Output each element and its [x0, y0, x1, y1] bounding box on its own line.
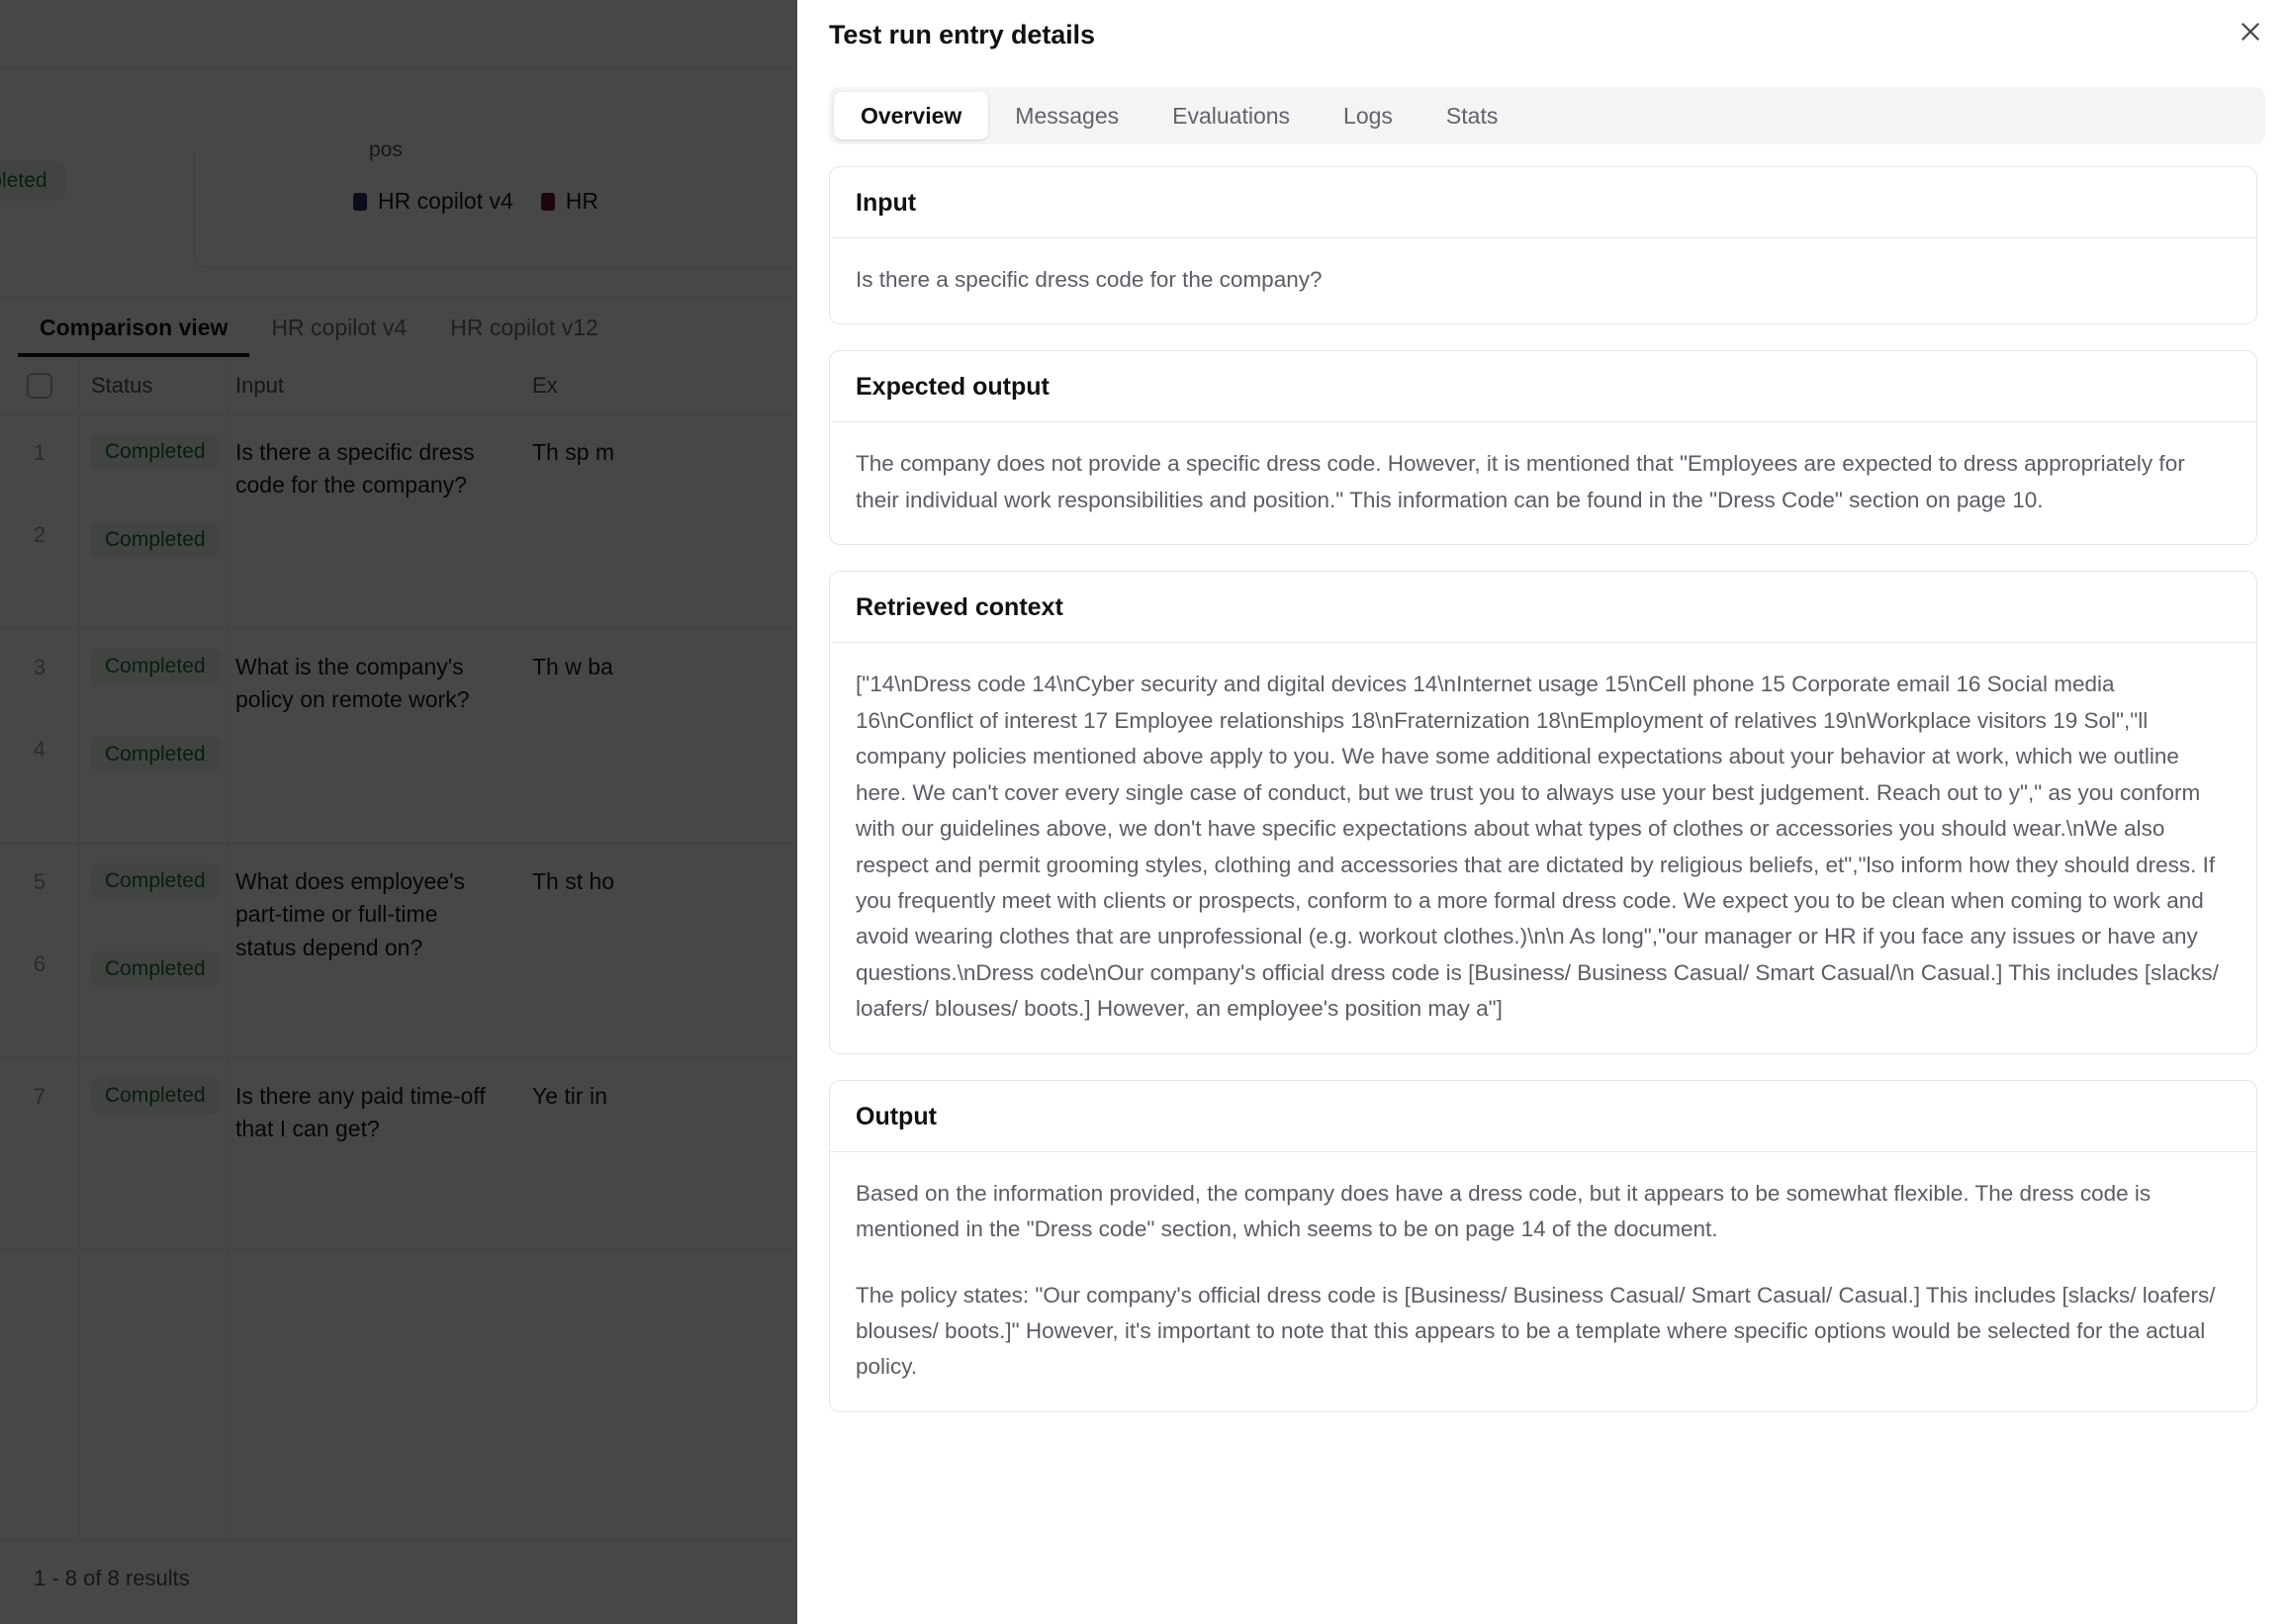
expected-output-card: Expected output The company does not pro…	[829, 350, 2257, 546]
test-run-entry-details-panel: Test run entry details Overview Messages…	[797, 0, 2289, 1624]
tab-logs[interactable]: Logs	[1317, 92, 1419, 139]
input-card: Input Is there a specific dress code for…	[829, 166, 2257, 325]
input-card-title: Input	[830, 167, 2256, 238]
retrieved-context-card-body: ["14\nDress code 14\nCyber security and …	[830, 643, 2256, 1052]
panel-header: Test run entry details	[797, 0, 2289, 63]
output-card-title: Output	[830, 1081, 2256, 1152]
input-text: Is there a specific dress code for the c…	[856, 267, 1323, 292]
tab-overview[interactable]: Overview	[834, 92, 989, 139]
close-icon[interactable]	[2230, 11, 2271, 52]
page-title: Test run entry details	[829, 20, 1095, 49]
expected-output-text: The company does not provide a specific …	[856, 451, 2185, 512]
output-card-body: Based on the information provided, the c…	[830, 1152, 2256, 1411]
output-paragraph-1: Based on the information provided, the c…	[856, 1180, 2152, 1242]
expected-output-card-title: Expected output	[830, 351, 2256, 423]
tab-stats[interactable]: Stats	[1419, 92, 1524, 139]
input-card-body: Is there a specific dress code for the c…	[830, 238, 2256, 323]
retrieved-context-card: Retrieved context ["14\nDress code 14\nC…	[829, 571, 2257, 1054]
retrieved-context-text: ["14\nDress code 14\nCyber security and …	[856, 672, 2219, 1022]
tab-evaluations[interactable]: Evaluations	[1145, 92, 1317, 139]
output-card: Output Based on the information provided…	[829, 1079, 2257, 1412]
expected-output-card-body: The company does not provide a specific …	[830, 422, 2256, 544]
panel-tabbar: Overview Messages Evaluations Logs Stats	[829, 87, 2265, 144]
tab-messages[interactable]: Messages	[988, 92, 1145, 139]
panel-body[interactable]: Input Is there a specific dress code for…	[797, 166, 2289, 1624]
retrieved-context-card-title: Retrieved context	[830, 572, 2256, 644]
output-paragraph-2: The policy states: "Our company's offici…	[856, 1282, 2216, 1380]
